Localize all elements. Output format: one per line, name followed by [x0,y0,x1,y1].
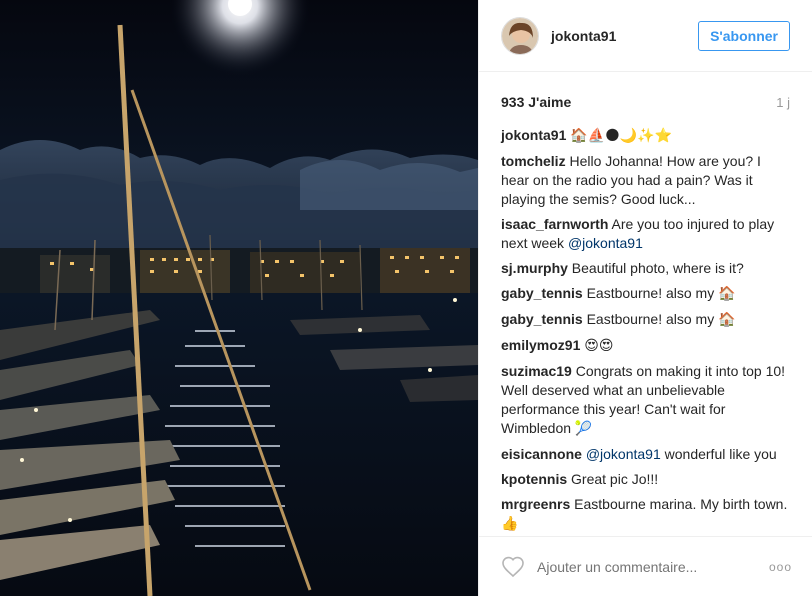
post-view: jokonta91 S'abonner 933 J'aime 1 j jokon… [0,0,812,596]
follow-button[interactable]: S'abonner [698,20,790,51]
comment-emoji: 👍 [501,516,519,532]
night-marina-image [0,0,478,596]
comment-text: Eastbourne! also my [586,311,719,327]
comment-author[interactable]: sj.murphy [501,260,568,276]
comment-author[interactable]: suzimac19 [501,363,572,379]
comment-text: Great pic Jo!!! [571,471,659,487]
add-comment-input[interactable] [537,558,769,575]
comment-emoji: 🎾 [574,421,593,437]
likes-count[interactable]: 933 J'aime [501,94,571,110]
comment-item: kpotennis Great pic Jo!!! [501,470,790,489]
comment-item: gaby_tennis Eastbourne! also my 🏠 [501,310,790,330]
comment-author[interactable]: gaby_tennis [501,285,583,301]
comment-item: tomcheliz Hello Johanna! How are you? I … [501,152,790,209]
comment-text: Beautiful photo, where is it? [571,260,744,276]
comment-author[interactable]: kpotennis [501,471,567,487]
comment-emoji: 🏠 [718,312,736,328]
comments-list: jokonta91 🏠⛵🌑🌙✨⭐ tomcheliz Hello Johanna… [479,118,812,536]
more-options-icon[interactable]: ooo [769,560,792,574]
caption-author[interactable]: jokonta91 [501,127,566,143]
comment-item: isaac_farnworth Are you too injured to p… [501,215,790,253]
avatar[interactable] [501,16,539,55]
comment-author[interactable]: gaby_tennis [501,311,583,327]
post-photo[interactable] [0,0,478,596]
comment-author[interactable]: isaac_farnworth [501,216,608,232]
mention-link[interactable]: @jokonta91 [586,446,661,462]
comment-emoji: 🏠 [718,286,736,302]
comment-item: eisicannone @jokonta91 wonderful like yo… [501,445,790,464]
comment-item: suzimac19 Congrats on making it into top… [501,362,790,439]
username[interactable]: jokonta91 [551,28,698,44]
comment-text: Eastbourne! also my [586,285,719,301]
comment-item: emilymoz91 😍😍 [501,336,790,356]
comment-item: gaby_tennis Eastbourne! also my 🏠 [501,284,790,304]
heart-icon[interactable] [501,555,525,579]
caption: jokonta91 🏠⛵🌑🌙✨⭐ [501,126,790,146]
mention-link[interactable]: @jokonta91 [568,235,643,251]
comment-emoji: 😍😍 [584,338,614,354]
post-sidebar: jokonta91 S'abonner 933 J'aime 1 j jokon… [478,0,812,596]
post-header: jokonta91 S'abonner [479,0,812,72]
comment-bar: ooo [479,536,812,596]
comment-text: Eastbourne marina. My birth town. [574,496,788,512]
comment-author[interactable]: mrgreenrs [501,496,570,512]
comment-text: wonderful like you [660,446,777,462]
comment-item: mrgreenrs Eastbourne marina. My birth to… [501,495,790,534]
comment-container: tomcheliz Hello Johanna! How are you? I … [501,152,790,534]
post-time[interactable]: 1 j [776,95,790,110]
comment-author[interactable]: eisicannone [501,446,582,462]
caption-text: 🏠⛵🌑🌙✨⭐ [570,128,673,144]
comment-author[interactable]: tomcheliz [501,153,566,169]
post-meta: 933 J'aime 1 j [479,72,812,118]
comment-author[interactable]: emilymoz91 [501,337,580,353]
avatar-image [502,17,538,54]
comment-item: sj.murphy Beautiful photo, where is it? [501,259,790,278]
